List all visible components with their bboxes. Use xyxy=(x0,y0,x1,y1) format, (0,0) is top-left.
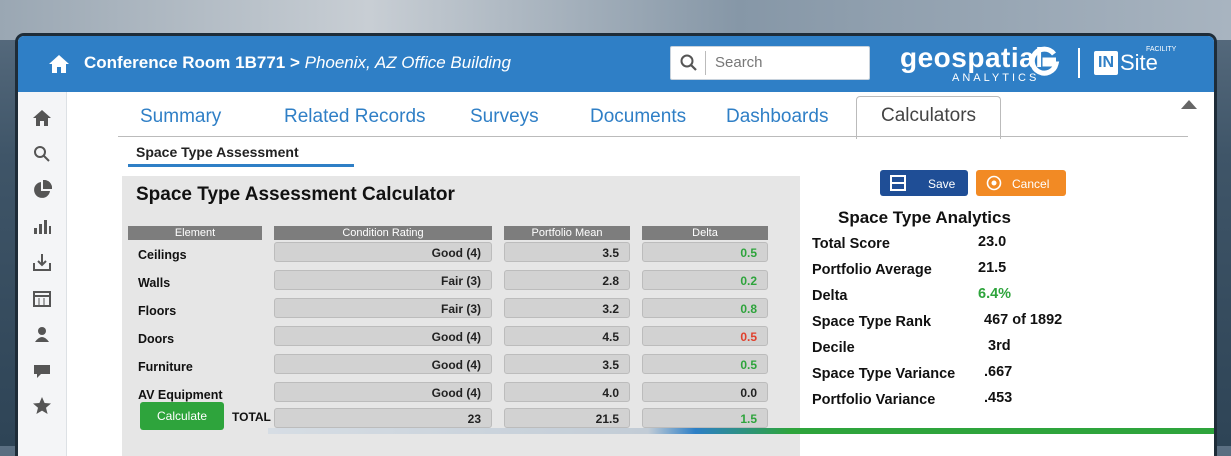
tab-dashboards[interactable]: Dashboards xyxy=(726,106,828,128)
condition-rating-cell[interactable]: Good (4) xyxy=(274,354,492,374)
scroll-up-icon[interactable] xyxy=(1180,98,1198,110)
element-label: Walls xyxy=(138,276,171,290)
g-logo-icon xyxy=(1029,46,1060,76)
portfolio-mean-cell: 3.2 xyxy=(504,298,630,318)
analytics-label: Space Type Variance xyxy=(812,366,956,382)
delta-cell: 0.5 xyxy=(642,354,768,374)
delta-cell: 0.5 xyxy=(642,326,768,346)
delta-cell: 0.8 xyxy=(642,298,768,318)
home-icon[interactable] xyxy=(48,54,70,74)
column-header-portfolio-mean: Portfolio Mean xyxy=(504,226,630,240)
column-header-condition-rating: Condition Rating xyxy=(274,226,492,240)
analytics-value: 21.5 xyxy=(978,260,1007,276)
analytics-label: Decile xyxy=(812,340,855,356)
condition-rating-cell[interactable]: Fair (3) xyxy=(274,298,492,318)
delta-cell: 0.0 xyxy=(642,382,768,402)
cancel-label: Cancel xyxy=(1012,177,1050,191)
brand-divider xyxy=(1078,48,1080,78)
message-icon[interactable] xyxy=(32,360,52,380)
tab-calculators[interactable]: Calculators xyxy=(856,96,1002,139)
analytics-value: .453 xyxy=(984,390,1013,406)
condition-rating-cell[interactable]: Good (4) xyxy=(274,382,492,402)
tab-summary[interactable]: Summary xyxy=(140,106,221,128)
tab-surveys[interactable]: Surveys xyxy=(470,106,539,128)
analytics-value: 467 of 1892 xyxy=(984,312,1063,328)
portfolio-mean-cell: 3.5 xyxy=(504,354,630,374)
element-label: AV Equipment xyxy=(138,388,223,402)
search-divider xyxy=(705,51,706,75)
cancel-icon xyxy=(986,175,1002,191)
save-button[interactable]: Save xyxy=(880,170,968,196)
portfolio-mean-cell: 2.8 xyxy=(504,270,630,290)
breadcrumb: Conference Room 1B771 > Phoenix, AZ Offi… xyxy=(84,53,511,73)
sidebar xyxy=(18,92,67,456)
geospatial-logo: geospatial ANALYTICS xyxy=(900,42,1044,84)
condition-rating-cell[interactable]: Good (4) xyxy=(274,326,492,346)
total-delta-cell: 1.5 xyxy=(642,408,768,428)
top-bar: Conference Room 1B771 > Phoenix, AZ Offi… xyxy=(18,36,1214,92)
pie-chart-icon[interactable] xyxy=(32,180,52,200)
search-icon xyxy=(680,54,697,71)
star-icon[interactable] xyxy=(32,396,52,416)
total-label: TOTAL xyxy=(232,410,271,424)
column-header-delta: Delta xyxy=(642,226,768,240)
analytics-value: 3rd xyxy=(988,338,1011,354)
save-label: Save xyxy=(928,177,956,191)
analytics-value: .667 xyxy=(984,364,1013,380)
portfolio-mean-cell: 4.0 xyxy=(504,382,630,402)
user-icon[interactable] xyxy=(32,324,52,344)
element-label: Furniture xyxy=(138,360,193,374)
breadcrumb-separator: > xyxy=(285,53,305,72)
home-icon[interactable] xyxy=(32,108,52,128)
analytics-label: Total Score xyxy=(812,236,890,252)
condition-rating-cell[interactable]: Fair (3) xyxy=(274,270,492,290)
download-icon[interactable] xyxy=(32,252,52,272)
subtab-space-type-assessment[interactable]: Space Type Assessment xyxy=(136,144,299,160)
analytics-value: 23.0 xyxy=(978,234,1007,250)
portfolio-mean-cell: 3.5 xyxy=(504,242,630,262)
brand-subtitle: ANALYTICS xyxy=(952,72,1040,84)
total-rating-cell: 23 xyxy=(274,408,492,428)
chart-strip xyxy=(268,428,1214,434)
total-mean-cell: 21.5 xyxy=(504,408,630,428)
background-top xyxy=(0,0,1231,40)
analytics-title: Space Type Analytics xyxy=(838,208,1011,227)
search-icon[interactable] xyxy=(32,144,52,164)
insite-in: IN xyxy=(1094,51,1118,76)
calculate-button[interactable]: Calculate xyxy=(140,402,224,430)
breadcrumb-building[interactable]: Phoenix, AZ Office Building xyxy=(305,53,511,72)
search-input[interactable]: Search xyxy=(715,54,763,71)
analytics-label: Portfolio Average xyxy=(812,262,932,278)
delta-cell: 0.2 xyxy=(642,270,768,290)
column-header-element: Element xyxy=(128,226,262,240)
analytics-label: Delta xyxy=(812,288,848,304)
subtab-underline xyxy=(128,164,354,167)
analytics-label: Space Type Rank xyxy=(812,314,932,330)
breadcrumb-room[interactable]: Conference Room 1B771 xyxy=(84,53,285,72)
element-label: Doors xyxy=(138,332,175,346)
tabs-divider xyxy=(118,136,1188,137)
search-box[interactable]: Search xyxy=(670,46,870,80)
tab-documents[interactable]: Documents xyxy=(590,106,686,128)
analytics-label: Portfolio Variance xyxy=(812,392,936,408)
tab-bar: Summary Related Records Surveys Document… xyxy=(118,96,1168,139)
analytics-value: 6.4% xyxy=(978,286,1012,302)
element-label: Floors xyxy=(138,304,177,318)
delta-cell: 0.5 xyxy=(642,242,768,262)
brand-name: geospatial xyxy=(900,42,1044,73)
calendar-icon[interactable] xyxy=(32,288,52,308)
bar-chart-icon[interactable] xyxy=(32,216,52,236)
cancel-button[interactable]: Cancel xyxy=(976,170,1066,196)
tab-related-records[interactable]: Related Records xyxy=(284,106,426,128)
element-label: Ceilings xyxy=(138,248,187,262)
condition-rating-cell[interactable]: Good (4) xyxy=(274,242,492,262)
save-icon xyxy=(890,175,906,191)
calculator-title: Space Type Assessment Calculator xyxy=(136,184,455,205)
insite-logo: IN Site FACILITY xyxy=(1094,46,1176,76)
portfolio-mean-cell: 4.5 xyxy=(504,326,630,346)
app-window: Conference Room 1B771 > Phoenix, AZ Offi… xyxy=(18,36,1214,456)
insite-facility: FACILITY xyxy=(1146,46,1177,53)
insite-site: Site xyxy=(1120,50,1158,75)
